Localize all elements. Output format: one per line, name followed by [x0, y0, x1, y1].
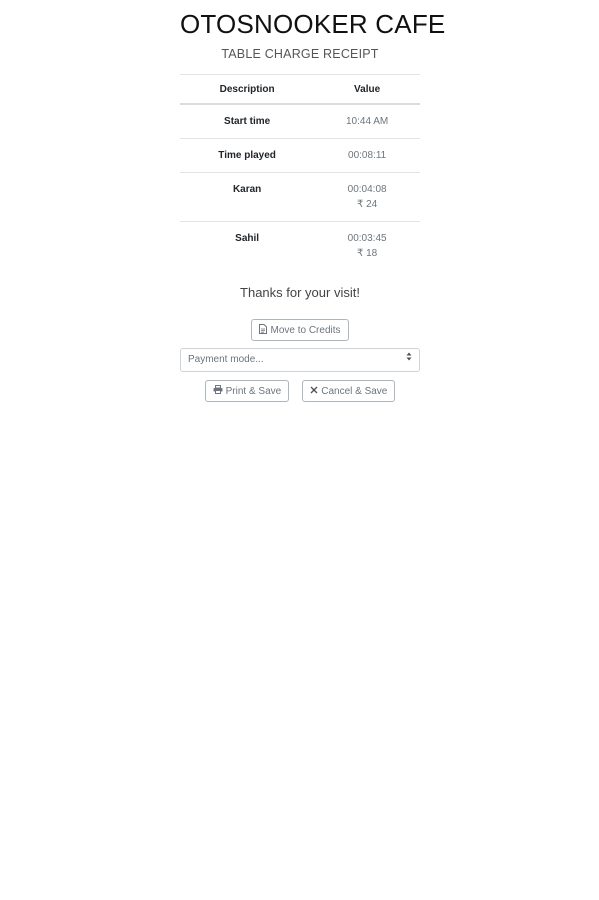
- receipt-table: Description Value Start time 10:44 AM Ti…: [180, 74, 420, 270]
- player-sahil-time: 00:03:45: [347, 233, 387, 244]
- row-value-start-time: 10:44 AM: [314, 103, 420, 139]
- move-to-credits-label: Move to Credits: [270, 324, 341, 336]
- payment-mode-select[interactable]: Payment mode...: [180, 348, 420, 372]
- credits-row: Move to Credits: [180, 319, 420, 341]
- actions-row: Print & Save Cancel & Save: [180, 380, 420, 402]
- time-played-value: 00:08:11: [348, 150, 387, 161]
- sort-caret-icon: [406, 349, 412, 371]
- player-karan-amount: ₹ 24: [356, 199, 378, 210]
- table-row: Karan 00:04:08 ₹ 24: [180, 172, 420, 222]
- table-row: Time played 00:08:11: [180, 138, 420, 173]
- payment-mode-placeholder: Payment mode...: [188, 354, 264, 365]
- file-icon: [259, 323, 268, 337]
- thanks-message: Thanks for your visit!: [240, 285, 360, 300]
- column-header-value: Value: [314, 74, 420, 105]
- move-to-credits-button[interactable]: Move to Credits: [251, 319, 349, 341]
- row-value-time-played: 00:08:11: [314, 138, 420, 173]
- cancel-save-button[interactable]: Cancel & Save: [302, 380, 396, 402]
- row-value-player-karan: 00:04:08 ₹ 24: [314, 172, 420, 222]
- printer-icon: [213, 385, 223, 397]
- row-label-start-time: Start time: [180, 103, 315, 139]
- print-save-button[interactable]: Print & Save: [204, 380, 290, 402]
- row-label-time-played: Time played: [180, 138, 315, 173]
- column-header-description: Description: [180, 74, 315, 105]
- player-karan-time: 00:04:08: [347, 184, 387, 195]
- player-sahil-amount: ₹ 18: [356, 248, 378, 259]
- row-label-player-sahil: Sahil: [180, 221, 315, 270]
- row-label-player-karan: Karan: [180, 172, 315, 222]
- print-save-label: Print & Save: [225, 385, 282, 397]
- row-value-player-sahil: 00:03:45 ₹ 18: [314, 221, 420, 270]
- table-header-row: Description Value: [180, 74, 420, 105]
- start-time-value: 10:44 AM: [345, 116, 389, 127]
- receipt-panel: OTOSNOOKER CAFE TABLE CHARGE RECEIPT Des…: [180, 0, 446, 402]
- close-icon: [310, 386, 318, 397]
- cancel-save-label: Cancel & Save: [321, 385, 388, 397]
- table-row: Start time 10:44 AM: [180, 103, 420, 139]
- cafe-title: OTOSNOOKER CAFE: [180, 9, 446, 39]
- page: OTOSNOOKER CAFE TABLE CHARGE RECEIPT Des…: [0, 0, 599, 900]
- table-row: Sahil 00:03:45 ₹ 18: [180, 221, 420, 270]
- receipt-subtitle: TABLE CHARGE RECEIPT: [221, 47, 379, 61]
